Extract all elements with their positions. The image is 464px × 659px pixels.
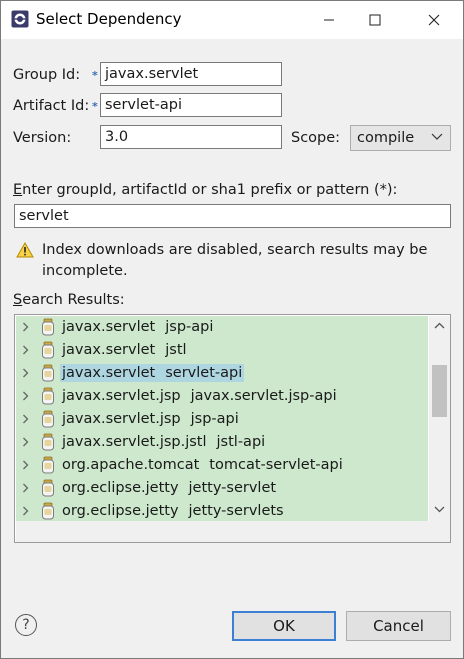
scope-select-value: compile bbox=[357, 130, 415, 146]
search-results-text: earch Results: bbox=[22, 292, 125, 308]
title-bar: Select Dependency bbox=[1, 1, 463, 39]
scroll-up-icon[interactable] bbox=[434, 322, 445, 329]
result-group-id: org.apache.tomcat bbox=[62, 457, 200, 473]
result-artifact-id: jetty-servlets bbox=[188, 503, 284, 519]
chevron-right-icon[interactable] bbox=[22, 322, 29, 332]
chevron-right-icon[interactable] bbox=[22, 391, 29, 401]
chevron-right-icon[interactable] bbox=[22, 483, 29, 493]
search-results-mnemonic: S bbox=[13, 292, 23, 308]
chevron-right-icon[interactable] bbox=[22, 460, 29, 470]
result-row[interactable]: org.eclipse.jetty jetty-servlets bbox=[16, 500, 428, 523]
jar-icon bbox=[42, 410, 54, 428]
result-artifact-id: servlet-api bbox=[165, 365, 243, 381]
search-results-label: Search Results: bbox=[13, 292, 125, 308]
jar-icon bbox=[42, 502, 54, 520]
scope-label: Scope: bbox=[291, 130, 341, 146]
result-row[interactable]: javax.servlet jstl bbox=[16, 339, 428, 362]
result-label: javax.servlet.jsp javax.servlet.jsp-api bbox=[60, 387, 339, 405]
jar-icon bbox=[42, 479, 54, 497]
chevron-right-icon[interactable] bbox=[22, 437, 29, 447]
result-artifact-id: jstl bbox=[165, 342, 187, 358]
search-prompt-label: Enter groupId, artifactId or sha1 prefix… bbox=[13, 182, 397, 198]
search-results-tree[interactable]: javax.servlet jsp-api javax.servlet jstl jav… bbox=[14, 314, 451, 543]
result-row[interactable]: javax.servlet.jsp.jstl jstl-api bbox=[16, 431, 428, 454]
artifact-id-field[interactable]: servlet-api bbox=[100, 93, 282, 117]
warning-icon bbox=[16, 242, 34, 258]
eclipse-icon bbox=[11, 10, 29, 28]
version-label: Version: bbox=[13, 130, 72, 146]
group-id-field[interactable]: javax.servlet bbox=[100, 62, 282, 86]
jar-icon bbox=[42, 387, 54, 405]
select-dependency-dialog: Select Dependency Group Id: * javax.serv… bbox=[0, 0, 464, 659]
result-group-id: javax.servlet bbox=[62, 319, 156, 335]
scope-select[interactable]: compile bbox=[350, 125, 451, 151]
help-icon: ? bbox=[22, 617, 30, 633]
result-row[interactable]: javax.servlet jsp-api bbox=[16, 316, 428, 339]
ok-button[interactable]: OK bbox=[232, 611, 336, 641]
warning-text-line1: Index downloads are disabled, search res… bbox=[42, 242, 428, 258]
result-artifact-id: javax.servlet.jsp-api bbox=[190, 388, 337, 404]
chevron-right-icon[interactable] bbox=[22, 368, 29, 378]
result-row[interactable]: javax.servlet.jsp javax.servlet.jsp-api bbox=[16, 385, 428, 408]
result-artifact-id: jetty-servlet bbox=[188, 480, 277, 496]
chevron-down-icon bbox=[431, 133, 443, 140]
search-prompt-mnemonic: E bbox=[13, 182, 23, 198]
required-marker: * bbox=[92, 69, 98, 82]
horizontal-scrollbar[interactable] bbox=[16, 521, 450, 542]
result-label: org.eclipse.jetty jetty-servlets bbox=[60, 502, 286, 520]
warning-text-line2: incomplete. bbox=[42, 263, 128, 279]
jar-icon bbox=[42, 456, 54, 474]
result-artifact-id: jsp-api bbox=[165, 319, 214, 335]
result-label: javax.servlet servlet-api bbox=[60, 364, 245, 382]
vertical-scrollbar[interactable] bbox=[429, 316, 450, 521]
maximize-icon bbox=[369, 14, 381, 26]
result-label: org.eclipse.jetty jetty-servlet bbox=[60, 479, 278, 497]
result-artifact-id: jsp-api bbox=[190, 411, 239, 427]
result-row[interactable]: org.apache.tomcat tomcat-servlet-api bbox=[16, 454, 428, 477]
result-artifact-id: tomcat-servlet-api bbox=[209, 457, 343, 473]
result-group-id: javax.servlet bbox=[62, 342, 156, 358]
jar-icon bbox=[42, 318, 54, 336]
result-label: javax.servlet.jsp.jstl jstl-api bbox=[60, 433, 267, 451]
result-row[interactable]: javax.servlet servlet-api bbox=[16, 362, 428, 385]
maximize-button[interactable] bbox=[352, 1, 398, 39]
result-label: javax.servlet.jsp jsp-api bbox=[60, 410, 241, 428]
jar-icon bbox=[42, 341, 54, 359]
close-button[interactable] bbox=[411, 1, 457, 39]
search-input[interactable]: servlet bbox=[14, 204, 451, 228]
ok-button-label: OK bbox=[273, 617, 295, 635]
close-icon bbox=[428, 14, 440, 26]
result-label: org.apache.tomcat tomcat-servlet-api bbox=[60, 456, 345, 474]
result-group-id: javax.servlet bbox=[62, 365, 156, 381]
result-group-id: org.eclipse.jetty bbox=[62, 503, 179, 519]
window-title: Select Dependency bbox=[36, 10, 182, 28]
jar-icon bbox=[42, 433, 54, 451]
search-prompt-text: nter groupId, artifactId or sha1 prefix … bbox=[22, 182, 398, 198]
result-artifact-id: jstl-api bbox=[216, 434, 266, 450]
result-group-id: org.eclipse.jetty bbox=[62, 480, 179, 496]
required-marker: * bbox=[92, 100, 98, 113]
chevron-right-icon[interactable] bbox=[22, 345, 29, 355]
group-id-label: Group Id: bbox=[13, 67, 81, 83]
result-group-id: javax.servlet.jsp bbox=[62, 388, 181, 404]
chevron-right-icon[interactable] bbox=[22, 506, 29, 516]
result-group-id: javax.servlet.jsp bbox=[62, 411, 181, 427]
minimize-button[interactable] bbox=[306, 1, 352, 39]
cancel-button-label: Cancel bbox=[373, 617, 424, 635]
artifact-id-label: Artifact Id: bbox=[13, 98, 90, 114]
result-row[interactable]: javax.servlet.jsp jsp-api bbox=[16, 408, 428, 431]
version-field[interactable]: 3.0 bbox=[100, 125, 282, 149]
result-row[interactable]: org.eclipse.jetty jetty-servlet bbox=[16, 477, 428, 500]
chevron-right-icon[interactable] bbox=[22, 414, 29, 424]
result-label: javax.servlet jsp-api bbox=[60, 318, 215, 336]
scrollbar-thumb[interactable] bbox=[432, 365, 447, 417]
minimize-icon bbox=[324, 19, 334, 21]
scroll-down-icon[interactable] bbox=[434, 506, 445, 513]
jar-icon bbox=[42, 364, 54, 382]
cancel-button[interactable]: Cancel bbox=[346, 611, 451, 641]
result-group-id: javax.servlet.jsp.jstl bbox=[62, 434, 207, 450]
result-label: javax.servlet jstl bbox=[60, 341, 189, 359]
help-button[interactable]: ? bbox=[15, 614, 37, 636]
